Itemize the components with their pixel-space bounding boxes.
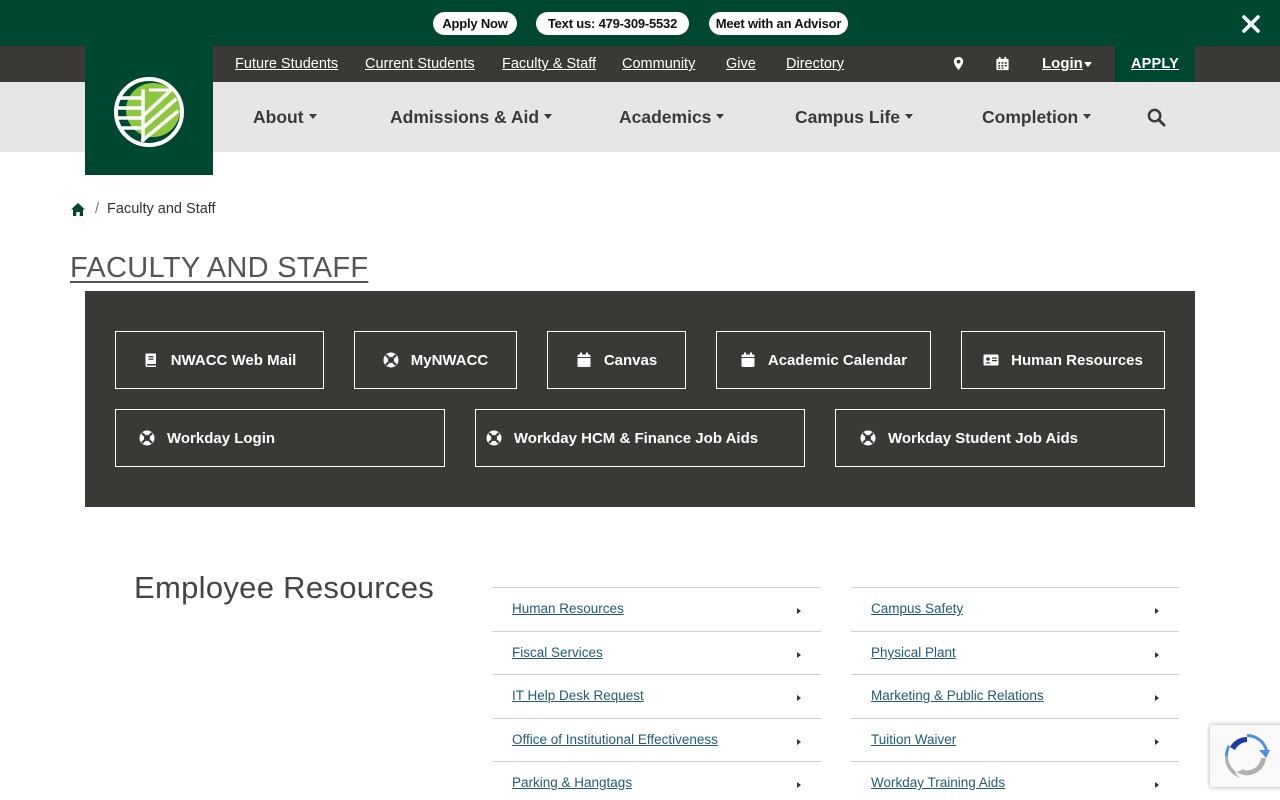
chevron-down-icon: [1084, 62, 1092, 67]
resource-row-human-resources[interactable]: Human Resources: [492, 587, 821, 630]
caret-right-icon: [1155, 652, 1159, 658]
nav-admissions-aid[interactable]: Admissions & Aid: [390, 107, 553, 128]
quick-link-workday-hcm-finance[interactable]: Workday HCM & Finance Job Aids: [475, 409, 805, 467]
apply-button[interactable]: APPLY: [1115, 46, 1195, 82]
nav-label: Completion: [982, 107, 1079, 127]
util-link-faculty-staff[interactable]: Faculty & Staff: [502, 56, 596, 72]
quick-link-canvas[interactable]: Canvas: [547, 331, 686, 389]
resource-row-marketing-pr[interactable]: Marketing & Public Relations: [851, 674, 1179, 717]
quick-link-web-mail[interactable]: NWACC Web Mail: [115, 331, 324, 389]
resource-link[interactable]: Fiscal Services: [512, 645, 603, 660]
quick-link-label: Workday Student Job Aids: [887, 429, 1079, 447]
caret-right-icon: [797, 652, 801, 658]
life-ring-icon: [139, 430, 155, 446]
chevron-down-icon: [1083, 113, 1092, 119]
calendar-icon: [577, 352, 591, 367]
caret-right-icon: [1155, 695, 1159, 701]
caret-right-icon: [797, 739, 801, 745]
chevron-down-icon: [308, 113, 317, 119]
nav-label: Academics: [619, 107, 712, 127]
meet-advisor-button[interactable]: Meet with an Advisor: [709, 12, 848, 35]
breadcrumb: / Faculty and Staff: [70, 200, 216, 218]
util-link-directory[interactable]: Directory: [786, 56, 844, 72]
resource-row-physical-plant[interactable]: Physical Plant: [851, 631, 1179, 674]
quick-link-human-resources[interactable]: Human Resources: [961, 331, 1165, 389]
quick-link-label: Canvas: [603, 351, 658, 369]
util-link-future-students[interactable]: Future Students: [235, 56, 338, 72]
id-card-icon: [983, 354, 999, 366]
caret-right-icon: [797, 695, 801, 701]
book-icon: [145, 353, 156, 367]
nav-completion[interactable]: Completion: [982, 107, 1092, 128]
util-link-community[interactable]: Community: [622, 56, 695, 72]
nav-label: Campus Life: [795, 107, 901, 127]
search-icon[interactable]: [1147, 108, 1166, 127]
resource-link[interactable]: Marketing & Public Relations: [871, 688, 1044, 703]
chevron-down-icon: [905, 113, 914, 119]
close-icon[interactable]: [1241, 14, 1261, 34]
util-link-current-students[interactable]: Current Students: [365, 56, 475, 72]
caret-right-icon: [1155, 782, 1159, 788]
resource-link[interactable]: Parking & Hangtags: [512, 775, 632, 790]
resource-row-it-help-desk[interactable]: IT Help Desk Request: [492, 674, 821, 717]
chevron-down-icon: [716, 113, 725, 119]
chevron-down-icon: [544, 113, 553, 119]
resource-link[interactable]: Office of Institutional Effectiveness: [512, 732, 718, 747]
nav-label: Admissions & Aid: [390, 107, 540, 127]
life-ring-icon: [486, 430, 502, 446]
quick-link-label: NWACC Web Mail: [170, 351, 297, 369]
quick-link-label: MyNWACC: [410, 351, 489, 369]
calendar-icon[interactable]: [995, 56, 1010, 71]
util-link-give[interactable]: Give: [726, 56, 756, 72]
resource-link[interactable]: IT Help Desk Request: [512, 688, 644, 703]
breadcrumb-separator: /: [95, 201, 100, 217]
alert-bar: Apply Now Text us: 479-309-5532 Meet wit…: [0, 0, 1280, 46]
resource-link[interactable]: Tuition Waiver: [871, 732, 956, 747]
resource-row-parking-hangtags[interactable]: Parking & Hangtags: [492, 761, 821, 800]
nav-academics[interactable]: Academics: [619, 107, 725, 128]
login-dropdown[interactable]: Login: [1042, 55, 1083, 72]
resource-row-campus-safety[interactable]: Campus Safety: [851, 587, 1179, 630]
home-icon[interactable]: [70, 202, 86, 217]
nav-campus-life[interactable]: Campus Life: [795, 107, 914, 128]
resource-row-tuition-waiver[interactable]: Tuition Waiver: [851, 718, 1179, 761]
quick-link-workday-student[interactable]: Workday Student Job Aids: [835, 409, 1165, 467]
quick-link-academic-calendar[interactable]: Academic Calendar: [716, 331, 931, 389]
calendar-icon: [741, 352, 755, 367]
employee-resources-heading: Employee Resources: [134, 570, 435, 605]
quick-link-workday-login[interactable]: Workday Login: [115, 409, 445, 467]
recaptcha-badge[interactable]: [1210, 725, 1280, 787]
caret-right-icon: [1155, 739, 1159, 745]
life-ring-icon: [383, 352, 399, 368]
resource-row-workday-training[interactable]: Workday Training Aids: [851, 761, 1179, 800]
page-title: FACULTY AND STAFF: [70, 252, 369, 284]
map-pin-icon[interactable]: [951, 56, 966, 71]
resource-row-fiscal-services[interactable]: Fiscal Services: [492, 631, 821, 674]
nwacc-logo-icon[interactable]: [113, 76, 185, 148]
quick-link-label: Workday HCM & Finance Job Aids: [513, 429, 759, 447]
resource-link[interactable]: Workday Training Aids: [871, 775, 1005, 790]
resource-link[interactable]: Campus Safety: [871, 601, 963, 616]
apply-now-button[interactable]: Apply Now: [433, 12, 517, 35]
life-ring-icon: [860, 430, 876, 446]
nav-about[interactable]: About: [253, 107, 317, 128]
quick-links-panel: NWACC Web Mail MyNWACC Canvas Academic C…: [85, 291, 1195, 507]
quick-link-label: Academic Calendar: [767, 351, 908, 369]
breadcrumb-current: Faculty and Staff: [107, 201, 216, 217]
nav-label: About: [253, 107, 304, 127]
resource-link[interactable]: Physical Plant: [871, 645, 956, 660]
quick-link-label: Workday Login: [166, 429, 276, 447]
caret-right-icon: [1155, 608, 1159, 614]
quick-link-mynwacc[interactable]: MyNWACC: [354, 331, 517, 389]
caret-right-icon: [797, 782, 801, 788]
resource-row-institutional-effectiveness[interactable]: Office of Institutional Effectiveness: [492, 718, 821, 761]
caret-right-icon: [797, 608, 801, 614]
recaptcha-icon: [1224, 734, 1270, 778]
quick-link-label: Human Resources: [1011, 351, 1143, 369]
resource-link[interactable]: Human Resources: [512, 601, 624, 616]
text-us-button[interactable]: Text us: 479-309-5532: [536, 12, 689, 35]
